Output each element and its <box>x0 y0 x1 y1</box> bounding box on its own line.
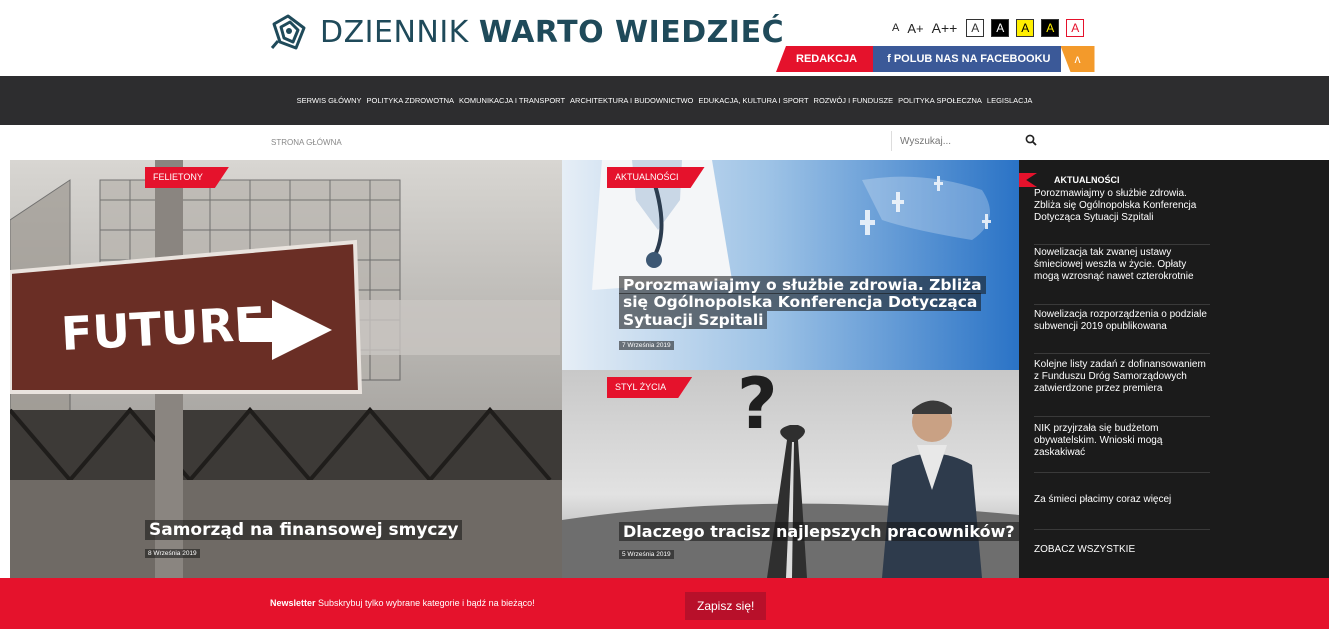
search-icon[interactable] <box>1025 134 1037 146</box>
rss-icon: ʌ <box>1074 52 1081 66</box>
article-title[interactable]: Dlaczego tracisz najlepszych pracowników… <box>619 522 1019 541</box>
news-sidebar: AKTUALNOŚCI Porozmawiajmy o służbie zdro… <box>1019 160 1329 578</box>
road-question-photo: ? <box>562 370 1019 578</box>
divider <box>1034 244 1210 245</box>
sidebar-news-item[interactable]: Kolejne listy zadań z dofinansowaniem z … <box>1034 359 1210 395</box>
newsletter-bar: Newsletter Subskrybuj tylko wybrane kate… <box>0 578 1329 629</box>
featured-article-top-right[interactable]: AKTUALNOŚCI Porozmawiajmy o służbie zdro… <box>562 160 1019 370</box>
section-flag-icon <box>1019 173 1037 187</box>
category-tag[interactable]: STYL ŻYCIA <box>607 377 692 398</box>
sidebar-news-item[interactable]: Porozmawiajmy o służbie zdrowia. Zbliża … <box>1034 188 1210 224</box>
newsletter-text: Newsletter Subskrybuj tylko wybrane kate… <box>270 598 535 608</box>
article-date: 8 Września 2019 <box>145 549 200 558</box>
nav-rozwoj-fundusze[interactable]: ROZWÓJ I FUNDUSZE <box>814 96 894 105</box>
nav-polityka-zdrowotna[interactable]: POLITYKA ZDROWOTNA <box>367 96 455 105</box>
newsletter-subscribe-button[interactable]: Zapisz się! <box>685 592 767 620</box>
pen-nib-logo-icon <box>270 14 306 50</box>
accessibility-controls: A A+ A++ A A A A A <box>890 19 1085 37</box>
top-buttons: REDAKCJA f POLUB NAS NA FACEBOOKU ʌ <box>776 46 1095 72</box>
divider <box>1034 353 1210 354</box>
contrast-default[interactable]: A <box>966 19 985 37</box>
sidebar-news-item[interactable]: Nowelizacja rozporządzenia o podziale su… <box>1034 309 1210 333</box>
doctor-photo <box>562 160 1019 370</box>
svg-text:?: ? <box>737 370 778 445</box>
nav-serwis-glowny[interactable]: SERWIS GŁÓWNY <box>297 96 362 105</box>
rss-button[interactable]: ʌ <box>1060 46 1095 72</box>
breadcrumb[interactable]: STRONA GŁÓWNA <box>271 138 342 147</box>
site-logo[interactable]: DZIENNIK WARTO WIEDZIEĆ <box>270 14 784 50</box>
category-tag[interactable]: AKTUALNOŚCI <box>607 167 705 188</box>
contrast-black-yellow[interactable]: A <box>1041 19 1060 37</box>
site-title: DZIENNIK WARTO WIEDZIEĆ <box>320 14 785 50</box>
article-title[interactable]: Porozmawiajmy o służbie zdrowia. Zbliża … <box>619 276 999 329</box>
contrast-white-red[interactable]: A <box>1066 19 1085 37</box>
font-size-larger[interactable]: A+ <box>905 21 925 36</box>
contrast-yellow-black[interactable]: A <box>1016 19 1035 37</box>
nav-komunikacja-transport[interactable]: KOMUNIKACJA I TRANSPORT <box>459 96 565 105</box>
nav-edukacja-kultura-sport[interactable]: EDUKACJA, KULTURA I SPORT <box>698 96 808 105</box>
sidebar-heading: AKTUALNOŚCI <box>1054 175 1120 185</box>
font-size-normal[interactable]: A <box>890 22 901 34</box>
search-input[interactable] <box>892 131 1012 151</box>
divider <box>1034 416 1210 417</box>
sidebar-news-item[interactable]: NIK przyjrzała się budżetom obywatelskim… <box>1034 423 1210 459</box>
page: DZIENNIK WARTO WIEDZIEĆ A A+ A++ A A A A… <box>0 0 1329 629</box>
nav-legislacja[interactable]: LEGISLACJA <box>987 96 1032 105</box>
divider <box>1034 529 1210 530</box>
divider <box>1034 304 1210 305</box>
category-tag[interactable]: FELIETONY <box>145 167 229 188</box>
nav-polityka-spoleczna[interactable]: POLITYKA SPOŁECZNA <box>898 96 982 105</box>
nav-architektura-budownictwo[interactable]: ARCHITEKTURA I BUDOWNICTWO <box>570 96 693 105</box>
search-box <box>891 131 1037 151</box>
contrast-black-white[interactable]: A <box>991 19 1010 37</box>
article-title[interactable]: Samorząd na finansowej smyczy <box>145 520 545 540</box>
svg-text:FUTURE: FUTURE <box>60 296 267 361</box>
article-date: 7 Września 2019 <box>619 341 674 350</box>
see-all-link[interactable]: ZOBACZ WSZYSTKIE <box>1034 544 1210 556</box>
redakcja-button[interactable]: REDAKCJA <box>776 46 874 72</box>
sidebar-news-item[interactable]: Za śmieci płacimy coraz więcej <box>1034 494 1210 506</box>
facebook-like-button[interactable]: f POLUB NAS NA FACEBOOKU <box>873 46 1061 72</box>
featured-article-bottom-right[interactable]: ? STYL ŻYCIA Dlaczego tracisz najlepszyc… <box>562 370 1019 578</box>
font-size-largest[interactable]: A++ <box>930 20 960 36</box>
article-date: 5 Września 2019 <box>619 550 674 559</box>
featured-article-left[interactable]: FUTURE FELIETONY Samorząd na finansowej … <box>10 160 562 578</box>
sidebar-news-item[interactable]: Nowelizacja tak zwanej ustawy śmieciowej… <box>1034 247 1210 283</box>
divider <box>1034 472 1210 473</box>
main-navigation: SERWIS GŁÓWNY POLITYKA ZDROWOTNA KOMUNIK… <box>0 76 1329 125</box>
future-sign-photo: FUTURE <box>10 160 562 578</box>
